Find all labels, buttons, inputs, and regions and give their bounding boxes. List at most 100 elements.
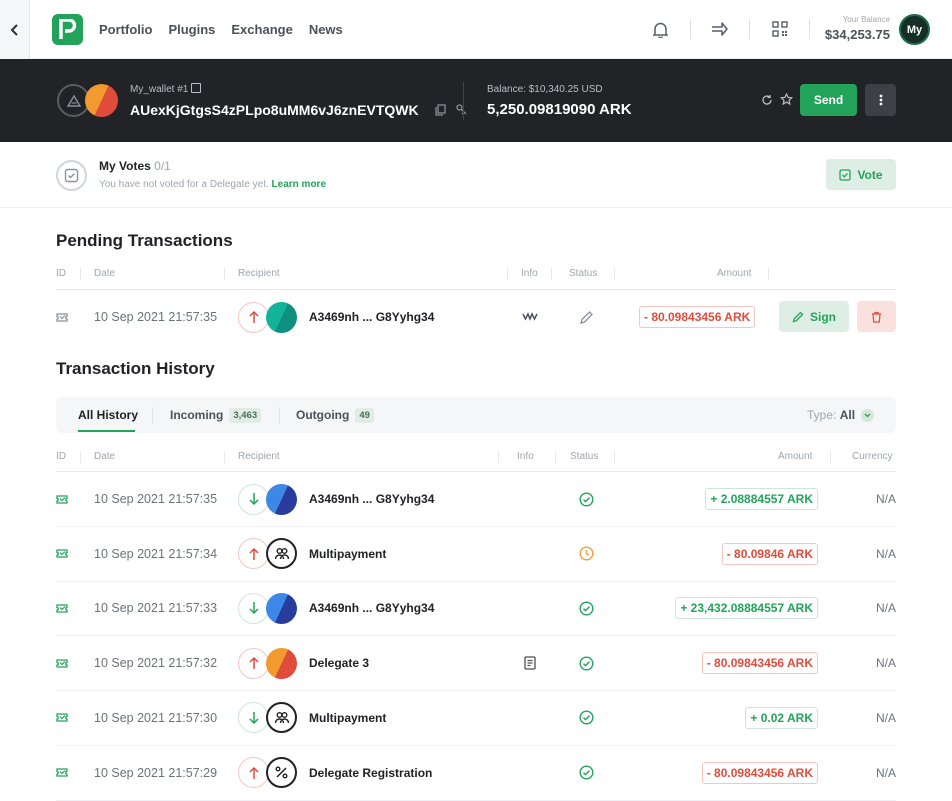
tx-id-icon[interactable]: [56, 746, 68, 800]
nav-plugins[interactable]: Plugins: [168, 22, 215, 37]
tx-date: 10 Sep 2021 21:57:33: [94, 601, 218, 616]
balance-label: Your Balance: [842, 15, 890, 24]
tx-date: 10 Sep 2021 21:57:34: [94, 546, 218, 561]
wallet-address: AUexKjGtgsS4zPLpo8uMM6vJ6znEVTQWK: [130, 102, 467, 118]
balance-value: $34,253.75: [824, 27, 890, 42]
check-circle-icon: [579, 472, 594, 526]
col-id: ID: [56, 268, 66, 279]
tx-id-icon[interactable]: [56, 527, 68, 581]
recipient-name: A3469nh ... G8Yyhg34: [309, 310, 435, 324]
arrow-up-icon: [238, 538, 269, 570]
vote-button[interactable]: Vote: [826, 159, 896, 190]
checkbox-icon: [839, 168, 852, 181]
tx-id-icon[interactable]: [56, 581, 68, 635]
tx-recipient: A3469nh ... G8Yyhg34: [238, 290, 434, 344]
tx-currency: N/A: [875, 765, 896, 780]
wallet-fiat-balance: Balance: $10,340.25 USD: [487, 84, 603, 95]
votes-section: My Votes 0/1 You have not voted for a De…: [0, 142, 952, 208]
app-logo[interactable]: [52, 14, 83, 45]
hcol-currency: Currency: [852, 451, 893, 462]
recipient-name: A3469nh ... G8Yyhg34: [309, 601, 435, 616]
header-balance: Your Balance $34,253.75: [825, 15, 890, 42]
multisignature-icon: [522, 290, 538, 344]
table-row[interactable]: 10 Sep 2021 21:57:30 Multipayment + 0.02 A…: [56, 691, 896, 746]
trash-icon: [872, 311, 881, 323]
tx-id-icon[interactable]: [56, 636, 68, 690]
tx-date: 10 Sep 2021 21:57:35: [94, 492, 218, 506]
main-nav: Portfolio Plugins Exchange News: [99, 22, 343, 37]
history-title: Transaction History: [56, 359, 215, 378]
arrow-send-icon: [712, 22, 728, 36]
tab-all-history[interactable]: All History: [78, 397, 138, 433]
wallet-options-button[interactable]: [865, 84, 896, 116]
send-transfer-button[interactable]: [711, 20, 728, 38]
table-row[interactable]: 10 Sep 2021 21:57:29 Delegate Registratio…: [56, 746, 896, 801]
wallet-avatar: [85, 84, 118, 117]
tx-currency: N/A: [875, 601, 896, 616]
nav-exchange[interactable]: Exchange: [231, 22, 292, 37]
hcol-recipient: Recipient: [238, 451, 280, 462]
arrow-up-icon: [238, 757, 269, 788]
history-tabs: All History Incoming 3,463 Outgoing 49 Typ…: [56, 397, 896, 433]
tx-amount: - 80.09843456 ARK: [639, 306, 756, 328]
votes-subtitle: You have not voted for a Delegate yet. L…: [99, 179, 327, 190]
col-date: Date: [94, 268, 116, 279]
tx-date: 10 Sep 2021 21:57:30: [94, 710, 218, 725]
notifications-button[interactable]: [653, 20, 668, 38]
votes-count: 0/1: [154, 159, 171, 173]
ledger-icon: [191, 83, 202, 93]
col-info: Info: [521, 268, 538, 279]
tx-amount: + 0.02 ARK: [745, 706, 818, 729]
nav-portfolio[interactable]: Portfolio: [99, 22, 152, 37]
more-vertical-icon: [879, 94, 882, 106]
hcol-amount: Amount: [778, 451, 813, 462]
tx-date: 10 Sep 2021 21:57:32: [94, 656, 218, 671]
copy-icon[interactable]: [434, 104, 446, 116]
col-amount: Amount: [717, 268, 752, 279]
user-avatar[interactable]: My: [899, 14, 930, 45]
tx-id-icon[interactable]: [56, 691, 68, 745]
type-filter-dropdown[interactable]: Type: All: [807, 397, 875, 433]
send-button[interactable]: Send: [800, 84, 857, 116]
tx-currency: N/A: [875, 710, 896, 725]
refresh-icon[interactable]: [761, 94, 773, 106]
clock-icon: [579, 527, 594, 581]
recipient-name: Multipayment: [309, 710, 387, 725]
chevron-left-icon: [10, 23, 18, 36]
tx-amount: - 80.09843456 ARK: [701, 761, 818, 784]
chevron-down-icon: [861, 408, 875, 422]
recipient-name: Multipayment: [309, 546, 387, 561]
tx-id-icon[interactable]: [56, 290, 68, 344]
tab-incoming[interactable]: Incoming 3,463: [170, 397, 262, 433]
edit-icon: [579, 290, 594, 344]
history-table-header: ID Date Recipient Info Status Amount Cur…: [56, 451, 896, 465]
star-icon[interactable]: [780, 93, 793, 106]
tx-amount: + 2.08884557 ARK: [705, 488, 818, 510]
tx-id-icon[interactable]: [56, 472, 68, 526]
check-circle-icon: [579, 746, 594, 800]
check-circle-icon: [579, 636, 594, 690]
recipient-avatar: [266, 647, 297, 679]
table-row[interactable]: 10 Sep 2021 21:57:33 A3469nh ... G8Yyhg34…: [56, 581, 896, 637]
tx-amount: - 80.09846 ARK: [721, 542, 818, 565]
table-row[interactable]: 10 Sep 2021 21:57:35 A3469nh ... G8Yyhg34…: [56, 472, 896, 527]
hcol-status: Status: [570, 451, 599, 462]
hcol-info: Info: [517, 451, 534, 462]
delete-button[interactable]: [857, 301, 896, 332]
recipient-avatar: [266, 483, 297, 515]
sign-button[interactable]: Sign: [779, 301, 849, 332]
qr-code-icon: [772, 21, 788, 37]
pending-row[interactable]: 10 Sep 2021 21:57:35 A3469nh ... G8Yyhg3…: [56, 290, 896, 345]
learn-more-link[interactable]: Learn more: [272, 179, 326, 190]
table-row[interactable]: 10 Sep 2021 21:57:34 Multipayment - 80.098…: [56, 527, 896, 582]
back-button[interactable]: [0, 0, 30, 59]
tx-date: 10 Sep 2021 21:57:35: [94, 310, 218, 324]
table-row[interactable]: 10 Sep 2021 21:57:32 Delegate 3 - 80.09843…: [56, 636, 896, 692]
qr-code-button[interactable]: [772, 20, 788, 38]
tab-outgoing[interactable]: Outgoing 49: [296, 397, 374, 433]
key-icon[interactable]: [456, 104, 467, 116]
arrow-down-icon: [238, 592, 269, 624]
tx-currency: N/A: [875, 546, 896, 561]
memo-icon: [524, 636, 536, 690]
nav-news[interactable]: News: [309, 22, 343, 37]
